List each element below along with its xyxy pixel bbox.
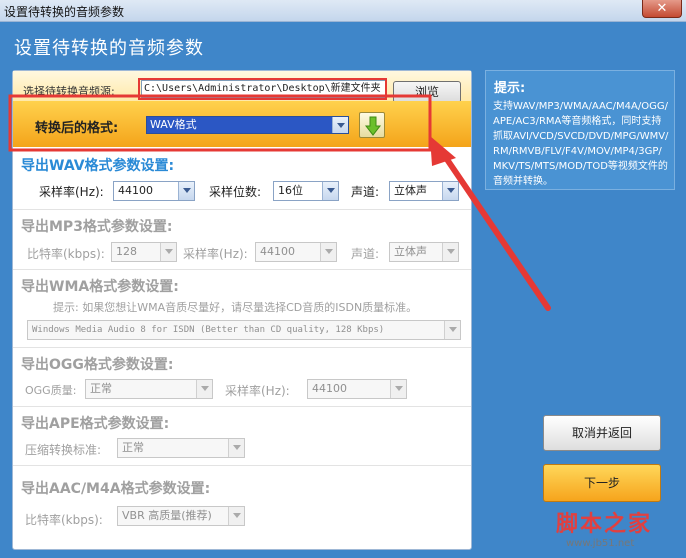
ape-level-select[interactable]: 正常 bbox=[117, 438, 245, 458]
aac-bitrate-value: VBR 高质量(推荐) bbox=[122, 509, 212, 522]
mp3-section-title: 导出MP3格式参数设置: bbox=[21, 219, 173, 235]
ogg-sample-rate-label: 采样率(Hz): bbox=[225, 384, 290, 398]
ogg-quality-value: 正常 bbox=[90, 382, 112, 395]
chevron-down-icon[interactable] bbox=[390, 380, 406, 398]
wav-channel-select[interactable]: 立体声 bbox=[389, 181, 459, 201]
source-row: 选择待转换音频源: C:\Users\Administrator\Desktop… bbox=[13, 71, 471, 103]
ape-section-title: 导出APE格式参数设置: bbox=[21, 416, 170, 432]
source-path-field[interactable]: C:\Users\Administrator\Desktop\新建文件夹 bbox=[141, 80, 387, 98]
ogg-sample-rate-select[interactable]: 44100 bbox=[307, 379, 407, 399]
chevron-down-icon[interactable] bbox=[332, 117, 348, 133]
mp3-channel-label: 声道: bbox=[351, 247, 380, 261]
ogg-quality-label: OGG质量: bbox=[25, 384, 77, 397]
wma-hint: 提示: 如果您想让WMA音质尽量好，请尽量选择CD音质的ISDN质量标准。 bbox=[53, 301, 418, 314]
chevron-down-icon[interactable] bbox=[160, 243, 176, 261]
wav-channel-label: 声道: bbox=[351, 185, 380, 199]
chevron-down-icon[interactable] bbox=[228, 507, 244, 525]
close-button[interactable]: ✕ bbox=[642, 0, 682, 18]
wav-sample-rate-label: 采样率(Hz): bbox=[39, 185, 104, 199]
page-title: 设置待转换的音频参数 bbox=[14, 38, 204, 59]
aac-bitrate-select[interactable]: VBR 高质量(推荐) bbox=[117, 506, 245, 526]
mp3-channel-select[interactable]: 立体声 bbox=[389, 242, 459, 262]
chevron-down-icon[interactable] bbox=[442, 182, 458, 200]
mp3-bitrate-label: 比特率(kbps): bbox=[27, 247, 105, 261]
tips-body: 支持WAV/MP3/WMA/AAC/M4A/OGG/APE/AC3/RMA等音频… bbox=[493, 101, 669, 187]
watermark-url: www.jb51.net bbox=[566, 538, 635, 549]
chevron-down-icon[interactable] bbox=[228, 439, 244, 457]
chevron-down-icon[interactable] bbox=[196, 380, 212, 398]
title-bar: 设置待转换的音频参数 ✕ bbox=[0, 0, 686, 22]
ogg-quality-select[interactable]: 正常 bbox=[85, 379, 213, 399]
tips-title: 提示: bbox=[494, 81, 526, 96]
mp3-bitrate-select[interactable]: 128 bbox=[111, 242, 177, 262]
dialog-window: 设置待转换的音频参数 ✕ 设置待转换的音频参数 选择待转换音频源: C:\Use… bbox=[0, 0, 686, 558]
tips-panel: 提示: 支持WAV/MP3/WMA/AAC/M4A/OGG/APE/AC3/RM… bbox=[485, 70, 675, 190]
wma-section-title: 导出WMA格式参数设置: bbox=[21, 279, 179, 295]
aac-section-title: 导出AAC/M4A格式参数设置: bbox=[21, 481, 211, 497]
window-title: 设置待转换的音频参数 bbox=[4, 5, 125, 19]
chevron-down-icon[interactable] bbox=[320, 243, 336, 261]
mp3-sample-rate-select[interactable]: 44100 bbox=[255, 242, 337, 262]
ape-level-label: 压缩转换标准: bbox=[25, 443, 102, 457]
divider bbox=[13, 465, 471, 466]
wav-sample-rate-select[interactable]: 44100 bbox=[113, 181, 195, 201]
wav-bits-label: 采样位数: bbox=[209, 185, 262, 199]
settings-panel: 选择待转换音频源: C:\Users\Administrator\Desktop… bbox=[12, 70, 472, 550]
chevron-down-icon[interactable] bbox=[444, 321, 460, 339]
download-arrow-icon[interactable] bbox=[359, 112, 385, 138]
aac-bitrate-label: 比特率(kbps): bbox=[25, 513, 103, 527]
next-button[interactable]: 下一步 bbox=[543, 464, 661, 502]
divider bbox=[13, 347, 471, 348]
format-row: 转换后的格式: WAV格式 bbox=[13, 101, 471, 147]
mp3-sample-rate-label: 采样率(Hz): bbox=[183, 247, 248, 261]
chevron-down-icon[interactable] bbox=[178, 182, 194, 200]
ogg-section-title: 导出OGG格式参数设置: bbox=[21, 357, 174, 373]
format-label: 转换后的格式: bbox=[35, 121, 119, 136]
chevron-down-icon[interactable] bbox=[322, 182, 338, 200]
format-select-value: WAV格式 bbox=[150, 118, 197, 131]
ape-level-value: 正常 bbox=[122, 441, 144, 454]
chevron-down-icon[interactable] bbox=[442, 243, 458, 261]
wav-bits-select[interactable]: 16位 bbox=[273, 181, 339, 201]
divider bbox=[13, 209, 471, 210]
divider bbox=[13, 269, 471, 270]
format-select[interactable]: WAV格式 bbox=[146, 116, 349, 134]
source-label: 选择待转换音频源: bbox=[23, 85, 115, 98]
wma-quality-value: Windows Media Audio 8 for ISDN (Better t… bbox=[32, 325, 385, 335]
watermark-logo: 脚本之家 bbox=[556, 512, 653, 537]
cancel-button[interactable]: 取消并返回 bbox=[543, 415, 661, 451]
browse-button[interactable]: 浏览 bbox=[393, 81, 461, 103]
divider bbox=[13, 406, 471, 407]
wma-quality-select[interactable]: Windows Media Audio 8 for ISDN (Better t… bbox=[27, 320, 461, 340]
wav-section-title: 导出WAV格式参数设置: bbox=[21, 158, 175, 174]
